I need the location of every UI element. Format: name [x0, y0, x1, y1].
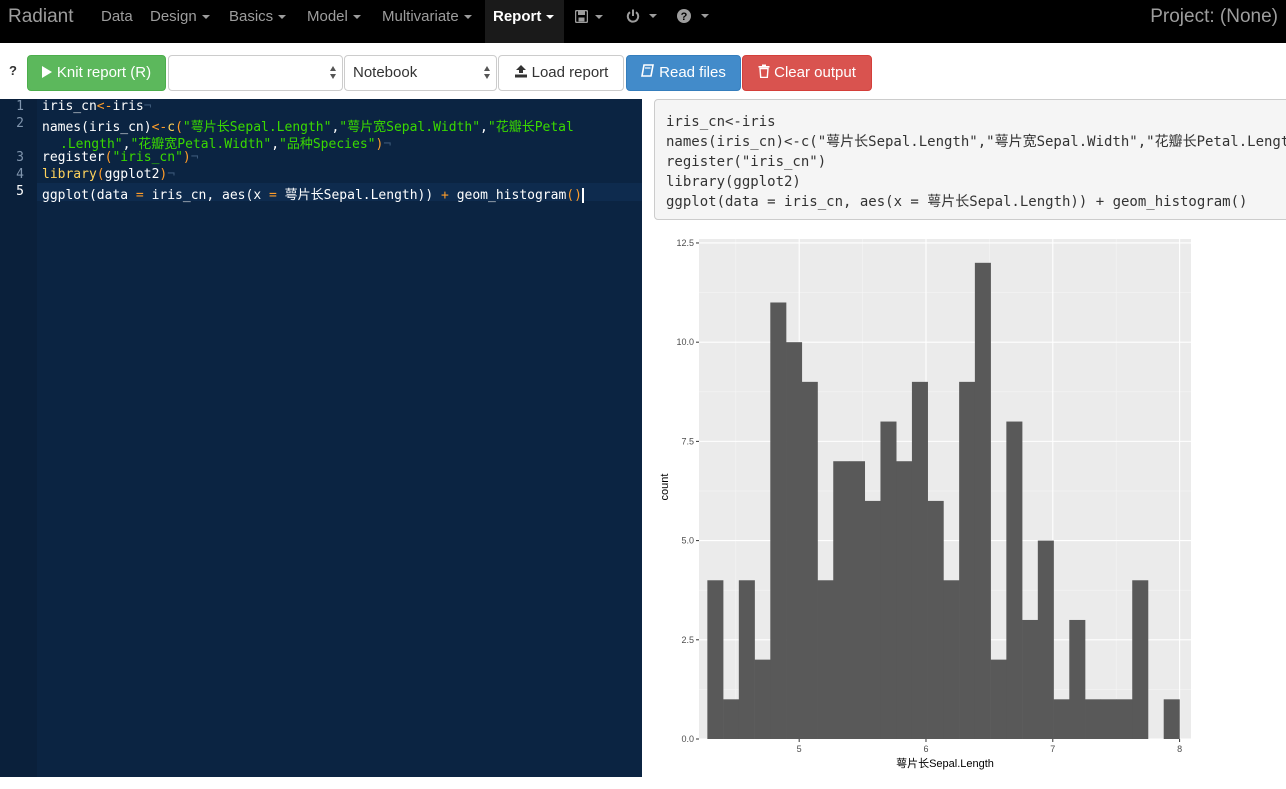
y-tick-label: 7.5	[681, 436, 694, 446]
histogram-bar	[896, 461, 913, 739]
upload-icon	[514, 65, 527, 78]
report-output: iris_cn<-iris names(iris_cn)<-c("萼片长Sepa…	[642, 99, 1286, 777]
report-type-select[interactable]	[168, 55, 343, 91]
x-axis-label: 萼片长Sepal.Length	[896, 757, 994, 770]
knit-report-button[interactable]: Knit report (R)	[27, 55, 166, 91]
chevron-down-icon	[701, 14, 709, 18]
nav-basics[interactable]: Basics	[229, 0, 287, 43]
histogram-bar	[1100, 699, 1117, 739]
trash-icon	[758, 64, 770, 79]
histogram-bar	[1132, 580, 1149, 739]
save-icon	[575, 10, 588, 23]
histogram-bar	[754, 659, 771, 739]
histogram-bar	[738, 580, 755, 739]
nav-design[interactable]: Design	[150, 0, 210, 43]
question-circle-icon: ?	[677, 9, 691, 23]
histogram-bar	[801, 381, 818, 739]
code-output-block: iris_cn<-iris names(iris_cn)<-c("萼片长Sepa…	[654, 99, 1286, 220]
project-label[interactable]: Project: (None)	[1150, 6, 1278, 28]
code-line-3: register("iris_cn")¬	[42, 150, 199, 165]
histogram-bar	[864, 500, 881, 739]
line-number: 1	[16, 99, 24, 114]
chevron-down-icon	[649, 14, 657, 18]
nav-multivariate[interactable]: Multivariate	[382, 0, 472, 43]
histogram-bar	[1085, 699, 1102, 739]
chevron-down-icon	[352, 15, 361, 20]
x-tick-label: 7	[1050, 744, 1055, 754]
line-number: 4	[16, 167, 24, 182]
y-tick-label: 0.0	[681, 734, 694, 744]
clear-output-button[interactable]: Clear output	[742, 55, 872, 91]
histogram-bar	[1053, 699, 1070, 739]
histogram-bar	[1022, 619, 1039, 739]
y-tick-label: 2.5	[681, 635, 694, 645]
x-tick-label: 8	[1177, 744, 1182, 754]
chevron-down-icon	[278, 15, 287, 20]
nav-report[interactable]: Report	[485, 0, 564, 43]
toolbar: ? Knit report (R) Notebook Load report R…	[0, 43, 1286, 99]
histogram-bar	[707, 580, 724, 739]
x-tick-label: 6	[923, 744, 928, 754]
histogram-bar	[833, 461, 850, 739]
histogram-bar	[990, 659, 1007, 739]
histogram-bar	[770, 302, 787, 739]
load-report-button[interactable]: Load report	[498, 55, 624, 91]
nav-model[interactable]: Model	[307, 0, 361, 43]
nav-data[interactable]: Data	[101, 0, 133, 43]
play-icon	[41, 66, 52, 78]
x-tick-label: 5	[797, 744, 802, 754]
svg-text:?: ?	[681, 11, 688, 23]
code-line-5: ggplot(data = iris_cn, aes(x = 萼片长Sepal.…	[42, 188, 584, 203]
histogram-bar	[911, 381, 928, 739]
code-line-4: library(ggplot2)¬	[42, 167, 176, 182]
chevron-down-icon	[463, 15, 472, 20]
histogram-bar	[974, 262, 991, 739]
histogram-bar	[880, 421, 897, 739]
code-line-1: iris_cn<-iris¬	[42, 99, 152, 114]
histogram-bar	[1037, 540, 1054, 739]
line-number: 2	[16, 116, 24, 131]
text-cursor	[581, 188, 584, 203]
histogram-bar	[786, 342, 803, 739]
editor-gutter	[0, 99, 37, 777]
chevron-down-icon	[546, 15, 555, 20]
y-tick-label: 12.5	[676, 238, 694, 248]
histogram-bar	[1069, 619, 1086, 739]
line-number: 3	[16, 150, 24, 165]
brand[interactable]: Radiant	[8, 6, 74, 28]
select-arrows-icon	[484, 65, 491, 81]
notebook-select[interactable]: Notebook	[344, 55, 497, 91]
histogram-bar	[848, 461, 866, 739]
select-arrows-icon	[330, 65, 337, 81]
histogram-bar	[1163, 699, 1180, 739]
code-editor[interactable]: 1 2 3 4 5 iris_cn<-iris¬ names(iris_cn)<…	[0, 99, 642, 777]
histogram-bar	[927, 500, 944, 739]
histogram-bar	[817, 580, 834, 739]
book-icon	[641, 64, 655, 77]
histogram-bar	[1006, 421, 1023, 739]
histogram-bar	[723, 699, 740, 739]
histogram-bar	[943, 580, 960, 739]
help-link[interactable]: ?	[9, 63, 17, 78]
y-axis-label: count	[659, 474, 671, 501]
histogram-bar	[1116, 699, 1133, 739]
navbar: Radiant Data Design Basics Model Multiva…	[0, 0, 1286, 43]
chevron-down-icon	[595, 15, 603, 19]
y-tick-label: 5.0	[681, 536, 694, 546]
chevron-down-icon	[201, 15, 210, 20]
histogram-bar	[959, 381, 976, 739]
line-number: 5	[16, 184, 24, 199]
histogram-chart: 5 6 7 8 0.0 2.5 5.0 7.5 10.0 12.5 萼片长Sepal.Length…	[659, 238, 1191, 770]
power-icon	[626, 9, 640, 23]
y-tick-label: 10.0	[676, 337, 694, 347]
read-files-button[interactable]: Read files	[626, 55, 741, 91]
